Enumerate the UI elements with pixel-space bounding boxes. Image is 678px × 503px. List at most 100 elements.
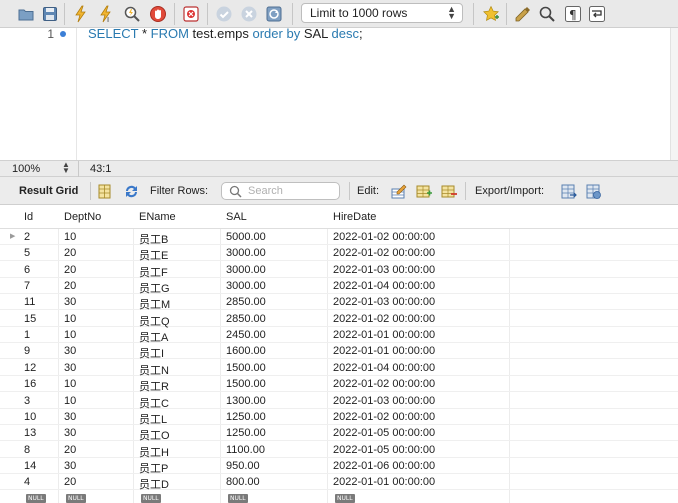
execute-current-icon[interactable]: I <box>96 4 116 24</box>
cell-hiredate[interactable]: 2022-01-01 00:00:00 <box>333 329 435 341</box>
null-badge[interactable]: NULL <box>26 493 46 503</box>
find-icon[interactable] <box>537 4 557 24</box>
export-icon[interactable] <box>558 181 578 201</box>
cell-sal[interactable]: 5000.00 <box>226 231 266 243</box>
cell-id[interactable]: 2 <box>24 231 30 243</box>
sql-editor[interactable]: 1 SELECT * FROM test.emps order by SAL d… <box>0 27 678 160</box>
cell-hiredate[interactable]: 2022-01-04 00:00:00 <box>333 280 435 292</box>
cell-id[interactable]: 3 <box>24 395 30 407</box>
cell-hiredate[interactable]: 2022-01-02 00:00:00 <box>333 378 435 390</box>
cell-sal[interactable]: 2850.00 <box>226 313 266 325</box>
cell-deptno[interactable]: 10 <box>64 313 76 325</box>
open-folder-icon[interactable] <box>16 4 36 24</box>
result-grid-tab[interactable]: Result Grid <box>19 185 78 197</box>
grid-view-icon[interactable] <box>94 181 114 201</box>
bookmark-star-icon[interactable] <box>481 4 501 24</box>
cell-hiredate[interactable]: 2022-01-05 00:00:00 <box>333 427 435 439</box>
cell-id[interactable]: 12 <box>24 362 36 374</box>
editor-scrollbar[interactable] <box>670 28 678 160</box>
cell-id[interactable]: 10 <box>24 411 36 423</box>
cell-hiredate[interactable]: 2022-01-03 00:00:00 <box>333 264 435 276</box>
table-row[interactable]: 9 30 员工I 1600.00 2022-01-01 00:00:00 <box>0 343 678 360</box>
cell-sal[interactable]: 2450.00 <box>226 329 266 341</box>
explain-icon[interactable] <box>122 4 142 24</box>
cell-deptno[interactable]: 30 <box>64 411 76 423</box>
filter-search-input[interactable] <box>248 184 336 198</box>
column-header-id[interactable]: Id <box>24 211 33 223</box>
cell-hiredate[interactable]: 2022-01-06 00:00:00 <box>333 460 435 472</box>
cell-deptno[interactable]: 20 <box>64 247 76 259</box>
cell-id[interactable]: 4 <box>24 476 30 488</box>
cell-id[interactable]: 16 <box>24 378 36 390</box>
cell-deptno[interactable]: 20 <box>64 280 76 292</box>
cell-hiredate[interactable]: 2022-01-05 00:00:00 <box>333 444 435 456</box>
table-row[interactable]: 10 30 员工L 1250.00 2022-01-02 00:00:00 <box>0 409 678 426</box>
column-header-ename[interactable]: EName <box>139 211 176 223</box>
table-row[interactable]: 16 10 员工R 1500.00 2022-01-02 00:00:00 <box>0 376 678 393</box>
zoom-stepper-icon[interactable]: ▲ ▼ <box>62 161 70 175</box>
wrap-icon[interactable] <box>587 4 607 24</box>
cell-id[interactable]: 5 <box>24 247 30 259</box>
table-row[interactable]: 13 30 员工O 1250.00 2022-01-05 00:00:00 <box>0 425 678 442</box>
import-icon[interactable] <box>583 181 603 201</box>
cell-hiredate[interactable]: 2022-01-03 00:00:00 <box>333 296 435 308</box>
table-row[interactable]: 14 30 员工P 950.00 2022-01-06 00:00:00 <box>0 458 678 475</box>
cell-deptno[interactable]: 30 <box>64 460 76 472</box>
cell-sal[interactable]: 1100.00 <box>226 444 265 456</box>
cell-deptno[interactable]: 30 <box>64 362 76 374</box>
cell-sal[interactable]: 2850.00 <box>226 296 266 308</box>
cell-deptno[interactable]: 10 <box>64 329 76 341</box>
cell-deptno[interactable]: 30 <box>64 427 76 439</box>
filter-search-box[interactable] <box>221 182 340 200</box>
column-header-hiredate[interactable]: HireDate <box>333 211 376 223</box>
table-row[interactable]: 3 10 员工C 1300.00 2022-01-03 00:00:00 <box>0 393 678 410</box>
cell-deptno[interactable]: 10 <box>64 231 76 243</box>
rollback-icon[interactable] <box>239 4 259 24</box>
execute-icon[interactable] <box>71 4 91 24</box>
cell-deptno[interactable]: 20 <box>64 264 76 276</box>
table-row[interactable]: 6 20 员工F 3000.00 2022-01-03 00:00:00 <box>0 262 678 279</box>
cell-sal[interactable]: 800.00 <box>226 476 260 488</box>
cell-hiredate[interactable]: 2022-01-01 00:00:00 <box>333 345 435 357</box>
stop-icon[interactable] <box>148 4 168 24</box>
cell-id[interactable]: 6 <box>24 264 30 276</box>
cell-sal[interactable]: 1500.00 <box>226 362 266 374</box>
cell-sal[interactable]: 3000.00 <box>226 247 266 259</box>
cell-hiredate[interactable]: 2022-01-02 00:00:00 <box>333 231 435 243</box>
result-grid[interactable]: Id DeptNo EName SAL HireDate ▶ 2 10 员工B 5000… <box>0 205 678 503</box>
table-row[interactable]: 11 30 员工M 2850.00 2022-01-03 00:00:00 <box>0 294 678 311</box>
save-icon[interactable] <box>40 4 60 24</box>
invisibles-icon[interactable]: ¶ <box>563 4 583 24</box>
table-row[interactable]: 7 20 员工G 3000.00 2022-01-04 00:00:00 <box>0 278 678 295</box>
null-badge[interactable]: NULL <box>335 493 355 503</box>
cell-sal[interactable]: 1250.00 <box>226 427 266 439</box>
delete-row-icon[interactable] <box>438 181 458 201</box>
cell-sal[interactable]: 1300.00 <box>226 395 266 407</box>
edit-row-icon[interactable] <box>388 181 408 201</box>
cell-id[interactable]: 13 <box>24 427 36 439</box>
zoom-level[interactable]: 100% <box>12 163 40 175</box>
cell-deptno[interactable]: 30 <box>64 296 76 308</box>
cell-deptno[interactable]: 10 <box>64 395 76 407</box>
cell-hiredate[interactable]: 2022-01-02 00:00:00 <box>333 313 435 325</box>
table-row[interactable]: 4 20 员工D 800.00 2022-01-01 00:00:00 <box>0 474 678 491</box>
cell-id[interactable]: 11 <box>24 296 35 308</box>
new-row[interactable]: NULL NULL NULL NULL NULL <box>0 491 678 503</box>
cell-hiredate[interactable]: 2022-01-01 00:00:00 <box>333 476 435 488</box>
cell-deptno[interactable]: 10 <box>64 378 76 390</box>
null-badge[interactable]: NULL <box>228 493 248 503</box>
cell-id[interactable]: 14 <box>24 460 36 472</box>
cell-sal[interactable]: 950.00 <box>226 460 260 472</box>
limit-rows-select[interactable]: Limit to 1000 rows ▲ ▼ <box>301 3 463 23</box>
cell-hiredate[interactable]: 2022-01-02 00:00:00 <box>333 247 435 259</box>
table-row[interactable]: 1 10 员工A 2450.00 2022-01-01 00:00:00 <box>0 327 678 344</box>
autocommit-icon[interactable] <box>264 4 284 24</box>
cell-hiredate[interactable]: 2022-01-02 00:00:00 <box>333 411 435 423</box>
null-badge[interactable]: NULL <box>66 493 86 503</box>
beautify-icon[interactable] <box>513 4 533 24</box>
table-row[interactable]: 12 30 员工N 1500.00 2022-01-04 00:00:00 <box>0 360 678 377</box>
cell-id[interactable]: 1 <box>24 329 30 341</box>
cell-deptno[interactable]: 20 <box>64 444 76 456</box>
toggle-error-icon[interactable] <box>181 4 201 24</box>
cell-sal[interactable]: 3000.00 <box>226 264 266 276</box>
